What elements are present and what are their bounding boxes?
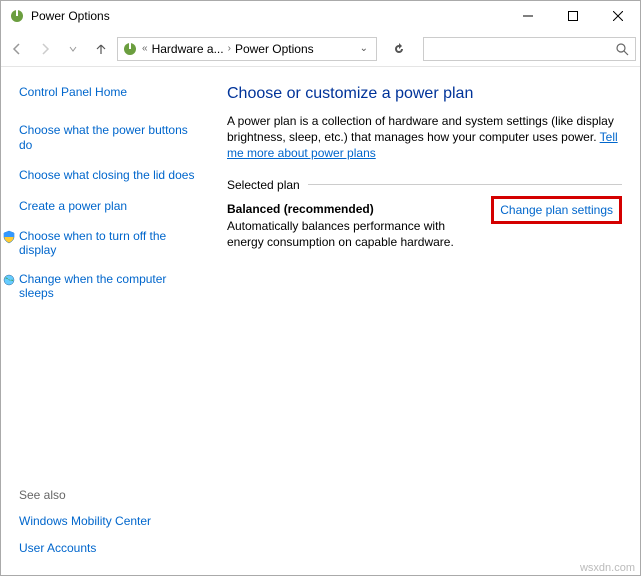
page-description: A power plan is a collection of hardware… [227,113,622,162]
up-button[interactable] [89,37,113,61]
power-options-icon [9,8,25,24]
minimize-button[interactable] [505,1,550,31]
sidebar-link-power-buttons[interactable]: Choose what the power buttons do [19,123,197,152]
sidebar: Control Panel Home Choose what the power… [1,67,209,575]
window-title: Power Options [31,9,505,23]
sidebar-link-closing-lid[interactable]: Choose what closing the lid does [19,168,197,182]
plan-row: Balanced (recommended) Automatically bal… [227,202,622,250]
sidebar-link-turn-off-display[interactable]: Choose when to turn off the display [19,229,197,258]
chevron-down-icon[interactable]: ⌄ [356,43,372,54]
plan-info: Balanced (recommended) Automatically bal… [227,202,483,250]
breadcrumb[interactable]: « Hardware a... › Power Options ⌄ [117,37,377,61]
refresh-button[interactable] [387,37,411,61]
chevron-right-icon: › [228,43,231,54]
breadcrumb-power-options[interactable]: Power Options [235,42,314,56]
globe-icon [1,272,17,288]
search-box[interactable] [423,37,636,61]
forward-button[interactable] [33,37,57,61]
plan-description: Automatically balances performance with … [227,218,483,250]
window-controls [505,1,640,31]
breadcrumb-hardware[interactable]: Hardware a... [152,42,224,56]
search-icon [615,42,629,56]
highlight-box: Change plan settings [491,196,622,224]
titlebar: Power Options [1,1,640,31]
content: Choose or customize a power plan A power… [209,67,640,575]
chevron-right-icon: « [142,43,148,54]
navbar: « Hardware a... › Power Options ⌄ [1,31,640,67]
sidebar-link-create-plan[interactable]: Create a power plan [19,199,197,213]
search-input[interactable] [430,42,615,56]
see-also-mobility-center[interactable]: Windows Mobility Center [19,514,197,528]
page-heading: Choose or customize a power plan [227,85,622,103]
see-also-label: See also [19,488,197,502]
control-panel-home-link[interactable]: Control Panel Home [19,85,197,99]
window: Power Options « Hardware a... › Power Op… [0,0,641,576]
recent-dropdown[interactable] [61,37,85,61]
sidebar-link-computer-sleeps[interactable]: Change when the computer sleeps [19,272,197,301]
back-button[interactable] [5,37,29,61]
control-panel-icon [122,41,138,57]
see-also-user-accounts[interactable]: User Accounts [19,541,197,555]
close-button[interactable] [595,1,640,31]
change-plan-settings-link[interactable]: Change plan settings [500,203,613,217]
watermark: wsxdn.com [580,562,635,574]
shield-icon [1,229,17,245]
plan-name: Balanced (recommended) [227,202,483,216]
maximize-button[interactable] [550,1,595,31]
body: Control Panel Home Choose what the power… [1,67,640,575]
divider [308,184,622,185]
section-selected-plan: Selected plan [227,178,622,192]
